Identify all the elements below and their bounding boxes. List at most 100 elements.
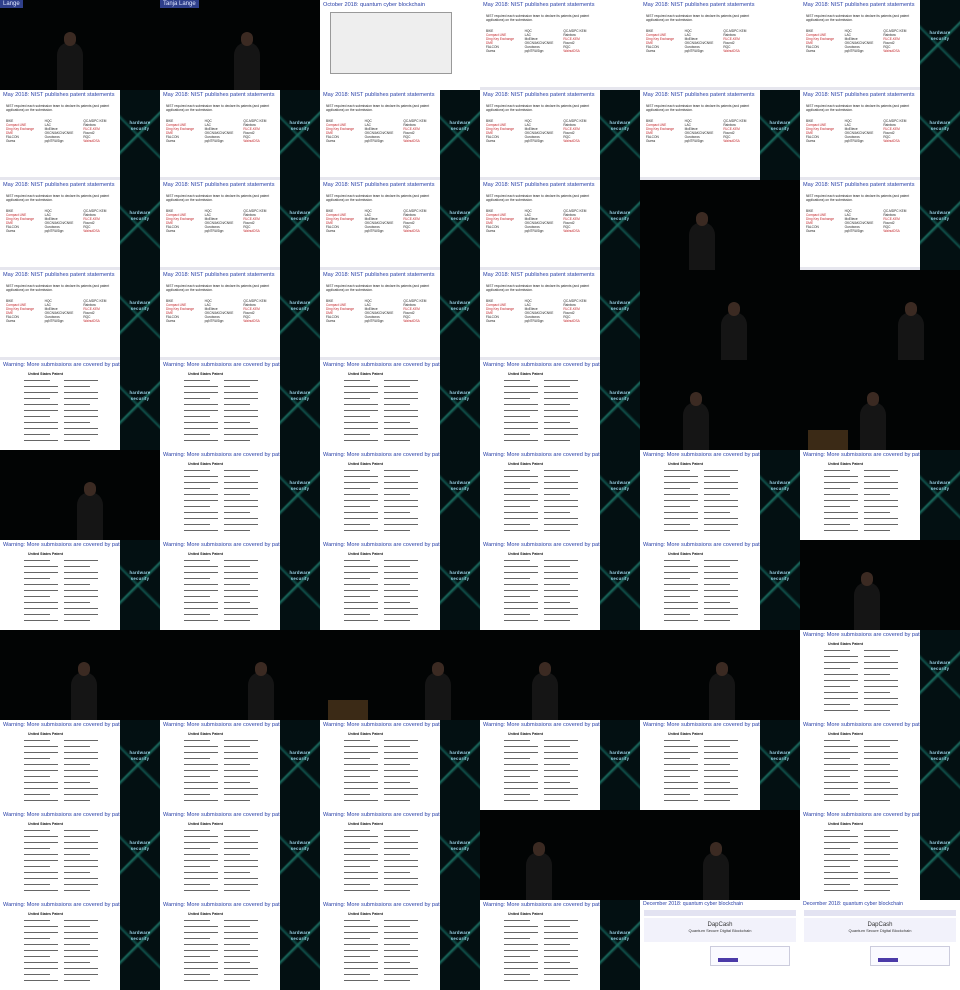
patent-text-line [824, 848, 850, 849]
thumbnail-cell[interactable] [640, 360, 800, 450]
thumbnail-cell[interactable]: Warning: More submissions are covered by… [160, 450, 320, 540]
thumbnail-cell[interactable] [320, 630, 480, 720]
patent-text-line [64, 836, 90, 837]
thumbnail-cell[interactable]: May 2018: NIST publishes patent statemen… [320, 180, 480, 270]
submission-name: Guess [166, 228, 176, 233]
thumbnail-cell[interactable]: Warning: More submissions are covered by… [0, 360, 160, 450]
thumbnail-cell[interactable]: Warning: More submissions are covered by… [0, 900, 160, 990]
thumbnail-cell[interactable]: May 2018: NIST publishes patent statemen… [800, 90, 960, 180]
thumbnail-cell[interactable]: Warning: More submissions are covered by… [800, 450, 960, 540]
thumbnail-cell[interactable]: May 2018: NIST publishes patent statemen… [480, 180, 640, 270]
thumbnail-cell[interactable]: Warning: More submissions are covered by… [800, 720, 960, 810]
thumbnail-cell[interactable]: Warning: More submissions are covered by… [640, 450, 800, 540]
thumbnail-cell[interactable]: Warning: More submissions are covered by… [480, 900, 640, 990]
thumbnail-cell[interactable]: May 2018: NIST publishes patent statemen… [480, 0, 640, 90]
thumbnail-cell[interactable]: Warning: More submissions are covered by… [160, 360, 320, 450]
thumbnail-cell[interactable]: May 2018: NIST publishes patent statemen… [320, 90, 480, 180]
patent-text-line [864, 530, 890, 531]
patent-text-line [384, 860, 418, 861]
slide-title: May 2018: NIST publishes patent statemen… [3, 272, 115, 278]
patent-text-line [504, 416, 530, 417]
speaker-name-caption: Tanja Lange [160, 0, 199, 8]
thumbnail-cell[interactable]: Warning: More submissions are covered by… [320, 900, 480, 990]
patent-text-line [504, 944, 538, 945]
thumbnail-cell[interactable]: Warning: More submissions are covered by… [160, 900, 320, 990]
patent-text-line [224, 794, 258, 795]
conference-logo: hardware security [929, 30, 951, 41]
thumbnail-cell[interactable] [160, 630, 320, 720]
thumbnail-cell[interactable]: December 2018: quantum cyber blockchain D… [640, 900, 800, 990]
thumbnail-cell[interactable] [800, 540, 960, 630]
thumbnail-cell[interactable]: May 2018: NIST publishes patent statemen… [160, 270, 320, 360]
thumbnail-cell[interactable]: October 2018: quantum cyber blockchain [320, 0, 480, 90]
thumbnail-cell[interactable]: May 2018: NIST publishes patent statemen… [320, 270, 480, 360]
submission-column: BIKE Compact LWE Ding Key Exchange DME FALCO… [806, 119, 841, 143]
thumbnail-cell[interactable]: Warning: More submissions are covered by… [640, 720, 800, 810]
patent-text-line [864, 518, 898, 519]
thumbnail-cell[interactable] [640, 810, 800, 900]
thumbnail-cell[interactable]: May 2018: NIST publishes patent statemen… [0, 270, 160, 360]
thumbnail-cell[interactable]: Warning: More submissions are covered by… [640, 540, 800, 630]
patent-text-line [824, 860, 858, 861]
thumbnail-cell[interactable] [0, 450, 160, 540]
thumbnail-cell[interactable]: May 2018: NIST publishes patent statemen… [160, 180, 320, 270]
thumbnail-cell[interactable]: May 2018: NIST publishes patent statemen… [480, 90, 640, 180]
thumbnail-cell[interactable]: Warning: More submissions are covered by… [0, 810, 160, 900]
thumbnail-cell[interactable] [800, 360, 960, 450]
thumbnail-cell[interactable] [640, 180, 800, 270]
thumbnail-cell[interactable]: Warning: More submissions are covered by… [320, 360, 480, 450]
thumbnail-cell[interactable]: Lange [0, 0, 160, 90]
submission-name: WalnutDSA [883, 138, 900, 143]
patent-text-line [184, 518, 218, 519]
thumbnail-cell[interactable]: Warning: More submissions are covered by… [160, 540, 320, 630]
thumbnail-cell[interactable]: Warning: More submissions are covered by… [320, 450, 480, 540]
thumbnail-cell[interactable]: May 2018: NIST publishes patent statemen… [640, 90, 800, 180]
patent-text-line [864, 746, 890, 747]
slide-title: Warning: More submissions are covered by… [643, 722, 762, 728]
thumbnail-cell[interactable]: May 2018: NIST publishes patent statemen… [160, 90, 320, 180]
thumbnail-cell[interactable]: Warning: More submissions are covered by… [0, 540, 160, 630]
thumbnail-cell[interactable] [480, 630, 640, 720]
thumbnail-cell[interactable] [480, 810, 640, 900]
patent-text-line [344, 932, 378, 933]
thumbnail-cell[interactable]: Warning: More submissions are covered by… [800, 810, 960, 900]
slide-patent-warning: Warning: More submissions are covered by… [800, 630, 922, 720]
thumbnail-cell[interactable]: Warning: More submissions are covered by… [480, 720, 640, 810]
thumbnail-cell[interactable]: May 2018: NIST publishes patent statemen… [0, 180, 160, 270]
thumbnail-cell[interactable]: Tanja Lange [160, 0, 320, 90]
patent-text-line [24, 800, 58, 801]
thumbnail-cell[interactable] [640, 270, 800, 360]
thumbnail-cell[interactable]: Warning: More submissions are covered by… [0, 720, 160, 810]
patent-document: United States Patent [20, 730, 104, 808]
submission-name: WalnutDSA [83, 138, 100, 143]
thumbnail-cell[interactable]: Warning: More submissions are covered by… [160, 720, 320, 810]
thumbnail-cell[interactable] [640, 630, 800, 720]
thumbnail-cell[interactable]: Warning: More submissions are covered by… [160, 810, 320, 900]
submission-column: BIKE Compact LWE Ding Key Exchange DME FALCO… [326, 119, 361, 143]
thumbnail-cell[interactable]: Warning: More submissions are covered by… [480, 450, 640, 540]
patent-text-line [184, 782, 218, 783]
thumbnail-cell[interactable]: Warning: More submissions are covered by… [480, 540, 640, 630]
thumbnail-cell[interactable]: December 2018: quantum cyber blockchain D… [800, 900, 960, 990]
thumbnail-cell[interactable]: May 2018: NIST publishes patent statemen… [800, 0, 960, 90]
thumbnail-cell[interactable]: Warning: More submissions are covered by… [320, 540, 480, 630]
thumbnail-cell[interactable]: Warning: More submissions are covered by… [800, 630, 960, 720]
thumbnail-cell[interactable]: May 2018: NIST publishes patent statemen… [480, 270, 640, 360]
thumbnail-cell[interactable]: Warning: More submissions are covered by… [480, 360, 640, 450]
slide-nist-patents: May 2018: NIST publishes patent statemen… [320, 90, 442, 180]
thumbnail-cell[interactable]: May 2018: NIST publishes patent statemen… [0, 90, 160, 180]
site-button[interactable] [878, 958, 898, 962]
thumbnail-cell[interactable] [0, 630, 160, 720]
speaker-figure [71, 672, 97, 720]
patent-text-line [704, 758, 738, 759]
site-button[interactable] [718, 958, 738, 962]
thumbnail-cell[interactable]: May 2018: NIST publishes patent statemen… [640, 0, 800, 90]
thumbnail-cell[interactable]: May 2018: NIST publishes patent statemen… [800, 180, 960, 270]
thumbnail-cell[interactable]: Warning: More submissions are covered by… [320, 810, 480, 900]
patent-text-line [384, 500, 418, 501]
stage-backdrop: hardware security [600, 360, 640, 450]
thumbnail-cell[interactable] [800, 270, 960, 360]
patent-text-line [184, 830, 210, 831]
thumbnail-cell[interactable]: Warning: More submissions are covered by… [320, 720, 480, 810]
patent-text-line [24, 392, 58, 393]
